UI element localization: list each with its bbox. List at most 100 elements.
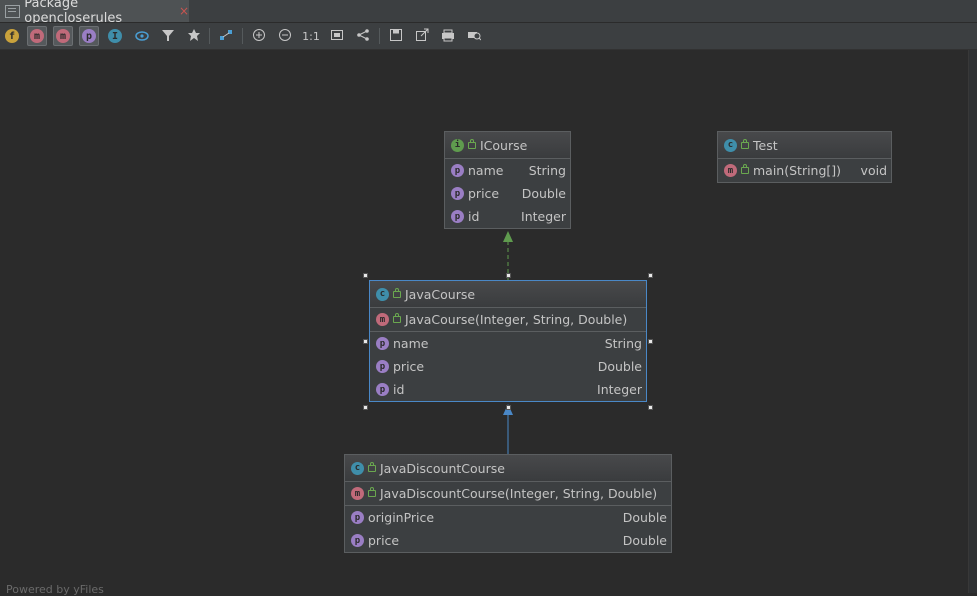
fields-section: p name String p price Double p id Integer <box>370 332 646 401</box>
node-header: c Test <box>718 132 891 159</box>
method-row[interactable]: m main(String[]) void <box>718 159 891 182</box>
methods-filter-button[interactable]: m <box>53 26 73 46</box>
zoom-in-icon <box>252 28 266 45</box>
field-row[interactable]: p price Double <box>345 529 671 552</box>
field-name: price <box>393 359 425 374</box>
fields-section: p originPrice Double p price Double <box>345 506 671 552</box>
property-icon: p <box>451 210 464 223</box>
class-node-javadiscountcourse[interactable]: c JavaDiscountCourse m JavaDiscountCourse… <box>344 454 672 553</box>
save-button[interactable] <box>386 26 406 46</box>
toolbar-separator <box>379 28 380 44</box>
field-type: String <box>604 336 642 351</box>
property-icon: p <box>451 187 464 200</box>
resize-handle-ne[interactable] <box>648 273 653 278</box>
save-icon <box>389 28 403 45</box>
fields-filter-button[interactable]: f <box>2 26 22 46</box>
print-preview-button[interactable] <box>464 26 484 46</box>
field-row[interactable]: p name String <box>370 332 646 355</box>
zoom-out-button[interactable] <box>275 26 295 46</box>
print-icon <box>441 28 455 45</box>
properties-filter-icon: p <box>82 29 96 43</box>
class-node-test[interactable]: c Test m main(String[]) void <box>717 131 892 183</box>
implements-arrowhead <box>503 231 513 242</box>
constructor-row[interactable]: m JavaDiscountCourse(Integer, String, Dou… <box>345 482 671 505</box>
constructors-section: m JavaCourse(Integer, String, Double) <box>370 308 646 332</box>
fit-content-button[interactable] <box>327 26 347 46</box>
public-visibility-icon <box>368 487 376 497</box>
tab-package-opencloserules[interactable]: Package opencloserules × <box>0 0 189 26</box>
field-name: name <box>393 336 429 351</box>
fit-content-icon <box>330 28 344 45</box>
class-node-javacourse[interactable]: c JavaCourse m JavaCourse(Integer, String… <box>369 280 647 402</box>
editor-tab-bar: Package opencloserules × <box>0 0 977 26</box>
properties-filter-button[interactable]: p <box>79 26 99 46</box>
export-button[interactable] <box>412 26 432 46</box>
field-type: Double <box>622 510 667 525</box>
method-name: main(String[]) <box>753 163 842 178</box>
method-return-type: void <box>860 163 887 178</box>
property-icon: p <box>376 337 389 350</box>
constructors-filter-button[interactable]: m <box>27 26 47 46</box>
class-icon: c <box>376 287 389 301</box>
layout-button[interactable] <box>353 26 373 46</box>
visibility-icon <box>135 28 149 45</box>
node-title: ICourse <box>480 137 528 153</box>
node-title: JavaDiscountCourse <box>380 460 505 476</box>
resize-handle-sw[interactable] <box>363 405 368 410</box>
field-type: String <box>528 163 566 178</box>
constructors-section: m JavaDiscountCourse(Integer, String, Dou… <box>345 482 671 506</box>
resize-handle-e[interactable] <box>648 339 653 344</box>
print-button[interactable] <box>438 26 458 46</box>
diagram-toolbar: f m m p I 1:1 <box>0 23 977 50</box>
inner-classes-filter-button[interactable]: I <box>105 26 125 46</box>
constructor-row[interactable]: m JavaCourse(Integer, String, Double) <box>370 308 646 331</box>
layout-icon <box>356 28 370 45</box>
edge-mode-button[interactable] <box>216 26 236 46</box>
property-icon: p <box>376 383 389 396</box>
field-row[interactable]: p price Double <box>445 182 570 205</box>
method-icon: m <box>724 164 737 177</box>
field-row[interactable]: p name String <box>445 159 570 182</box>
public-visibility-icon <box>368 461 376 472</box>
zoom-out-icon <box>278 28 292 45</box>
node-title: JavaCourse <box>405 286 476 302</box>
method-icon: m <box>376 313 389 326</box>
property-icon: p <box>351 534 364 547</box>
toolbar-separator <box>209 28 210 44</box>
public-visibility-icon <box>741 164 749 174</box>
vertical-scrollbar[interactable] <box>968 50 977 593</box>
filter-button[interactable] <box>158 26 178 46</box>
resize-handle-s[interactable] <box>506 405 511 410</box>
field-row[interactable]: p originPrice Double <box>345 506 671 529</box>
methods-section: m main(String[]) void <box>718 159 891 182</box>
close-icon[interactable]: × <box>179 4 189 18</box>
actual-size-button[interactable]: 1:1 <box>301 26 321 46</box>
field-row[interactable]: p id Integer <box>445 205 570 228</box>
field-type: Double <box>521 186 566 201</box>
resize-handle-nw[interactable] <box>363 273 368 278</box>
method-icon: m <box>351 487 364 500</box>
field-type: Integer <box>597 382 642 397</box>
resize-handle-n[interactable] <box>506 273 511 278</box>
yfiles-watermark: Powered by yFiles <box>6 583 104 596</box>
diagram-icon <box>5 4 21 18</box>
resize-handle-w[interactable] <box>363 339 368 344</box>
node-header: c JavaDiscountCourse <box>345 455 671 482</box>
inner-classes-filter-icon: I <box>108 29 122 43</box>
class-node-icourse[interactable]: i ICourse p name String p price Double p id In… <box>444 131 571 229</box>
field-type: Double <box>597 359 642 374</box>
field-row[interactable]: p id Integer <box>370 378 646 401</box>
interface-icon: i <box>451 138 464 152</box>
public-visibility-icon <box>468 138 476 149</box>
visibility-button[interactable] <box>132 26 152 46</box>
class-icon: c <box>351 461 364 475</box>
zoom-in-button[interactable] <box>249 26 269 46</box>
field-name: id <box>468 209 480 224</box>
node-header: i ICourse <box>445 132 570 159</box>
constructors-filter-icon: m <box>30 29 44 43</box>
field-row[interactable]: p price Double <box>370 355 646 378</box>
resize-handle-se[interactable] <box>648 405 653 410</box>
pin-button[interactable] <box>184 26 204 46</box>
pin-icon <box>187 28 201 45</box>
public-visibility-icon <box>393 313 401 323</box>
